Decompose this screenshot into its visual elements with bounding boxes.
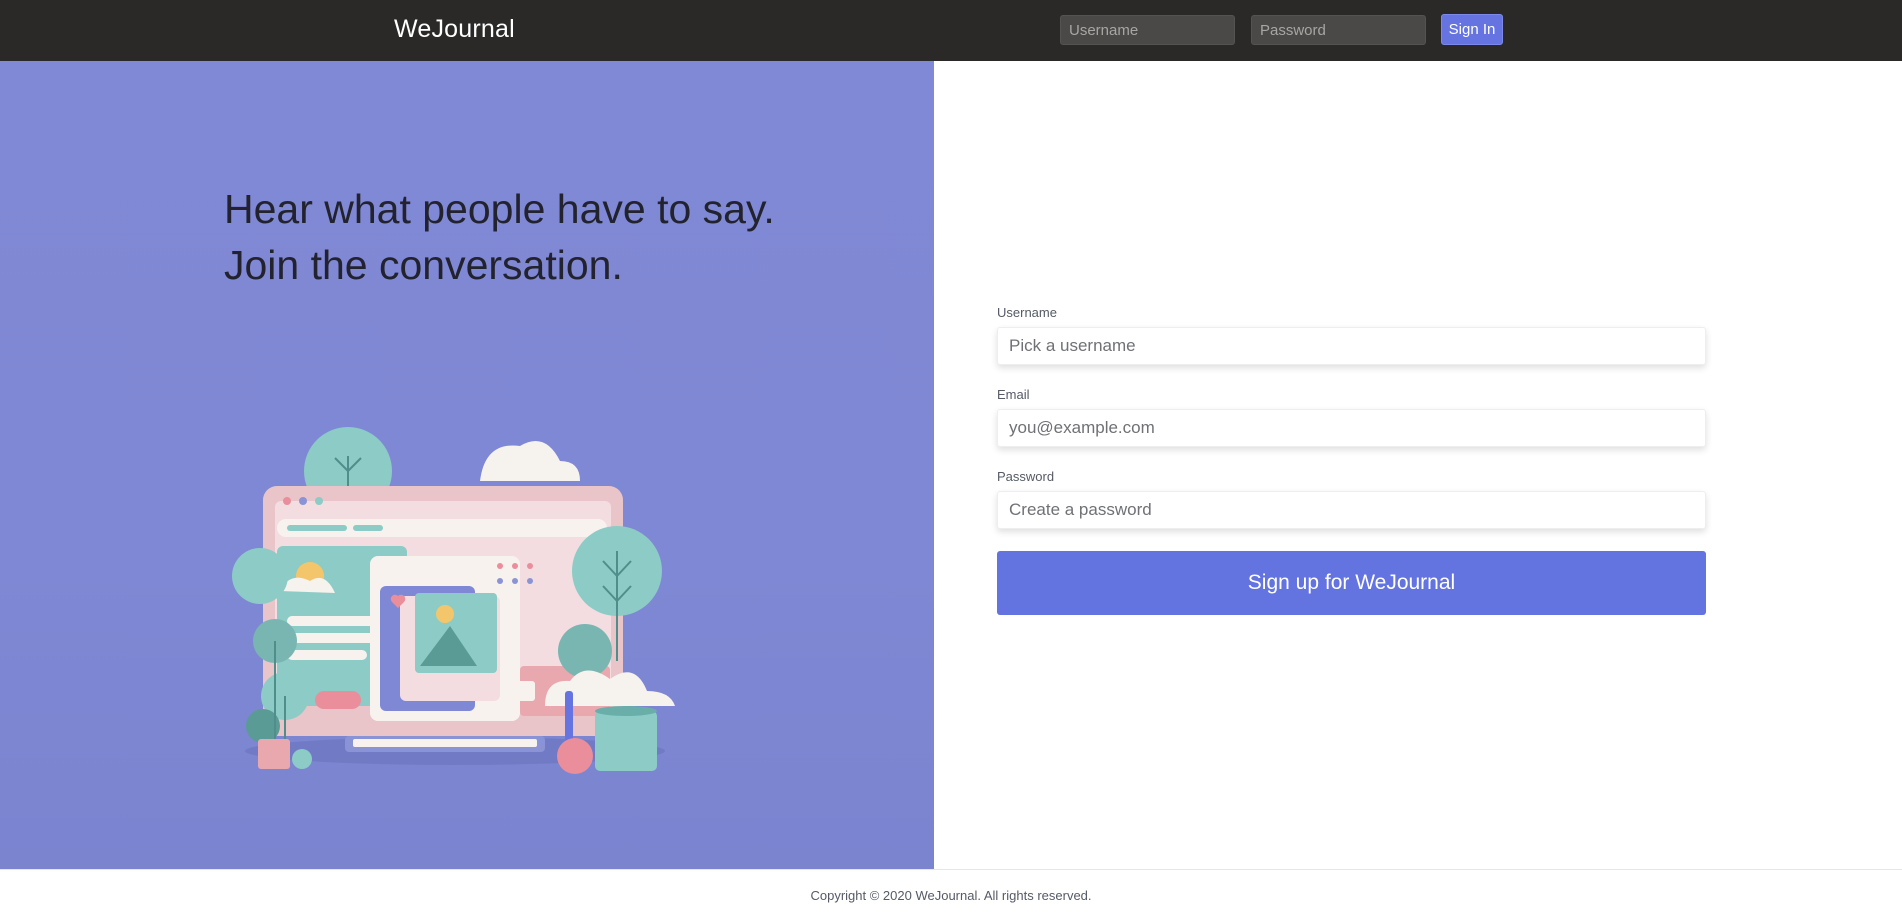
hero-illustration bbox=[232, 427, 675, 774]
brand-logo[interactable]: WeJournal bbox=[394, 15, 515, 44]
signup-form: Username Email Password Sign up for WeJo… bbox=[997, 305, 1706, 615]
hero-headline-line1: Hear what people have to say. bbox=[224, 186, 775, 232]
password-label: Password bbox=[997, 469, 1055, 484]
password-field-group: Password bbox=[997, 469, 1706, 529]
signup-email-input[interactable] bbox=[997, 409, 1706, 447]
username-label: Username bbox=[997, 305, 1057, 320]
sign-in-button[interactable]: Sign In bbox=[1441, 14, 1503, 45]
hero-headline: Hear what people have to say. Join the c… bbox=[224, 181, 775, 293]
email-field-group: Email bbox=[997, 387, 1706, 447]
header-password-input[interactable] bbox=[1251, 15, 1426, 45]
hero-panel: Hear what people have to say. Join the c… bbox=[0, 61, 934, 869]
signup-password-input[interactable] bbox=[997, 491, 1706, 529]
username-field-group: Username bbox=[997, 305, 1706, 365]
top-navbar: WeJournal Sign In bbox=[0, 0, 1902, 61]
signup-submit-button[interactable]: Sign up for WeJournal bbox=[997, 551, 1706, 615]
signup-username-input[interactable] bbox=[997, 327, 1706, 365]
header-username-input[interactable] bbox=[1060, 15, 1235, 45]
footer: Copyright © 2020 WeJournal. All rights r… bbox=[0, 869, 1902, 917]
footer-copyright: Copyright © 2020 WeJournal. All rights r… bbox=[810, 888, 1092, 903]
hero-headline-line2: Join the conversation. bbox=[224, 242, 623, 288]
email-label: Email bbox=[997, 387, 1030, 402]
